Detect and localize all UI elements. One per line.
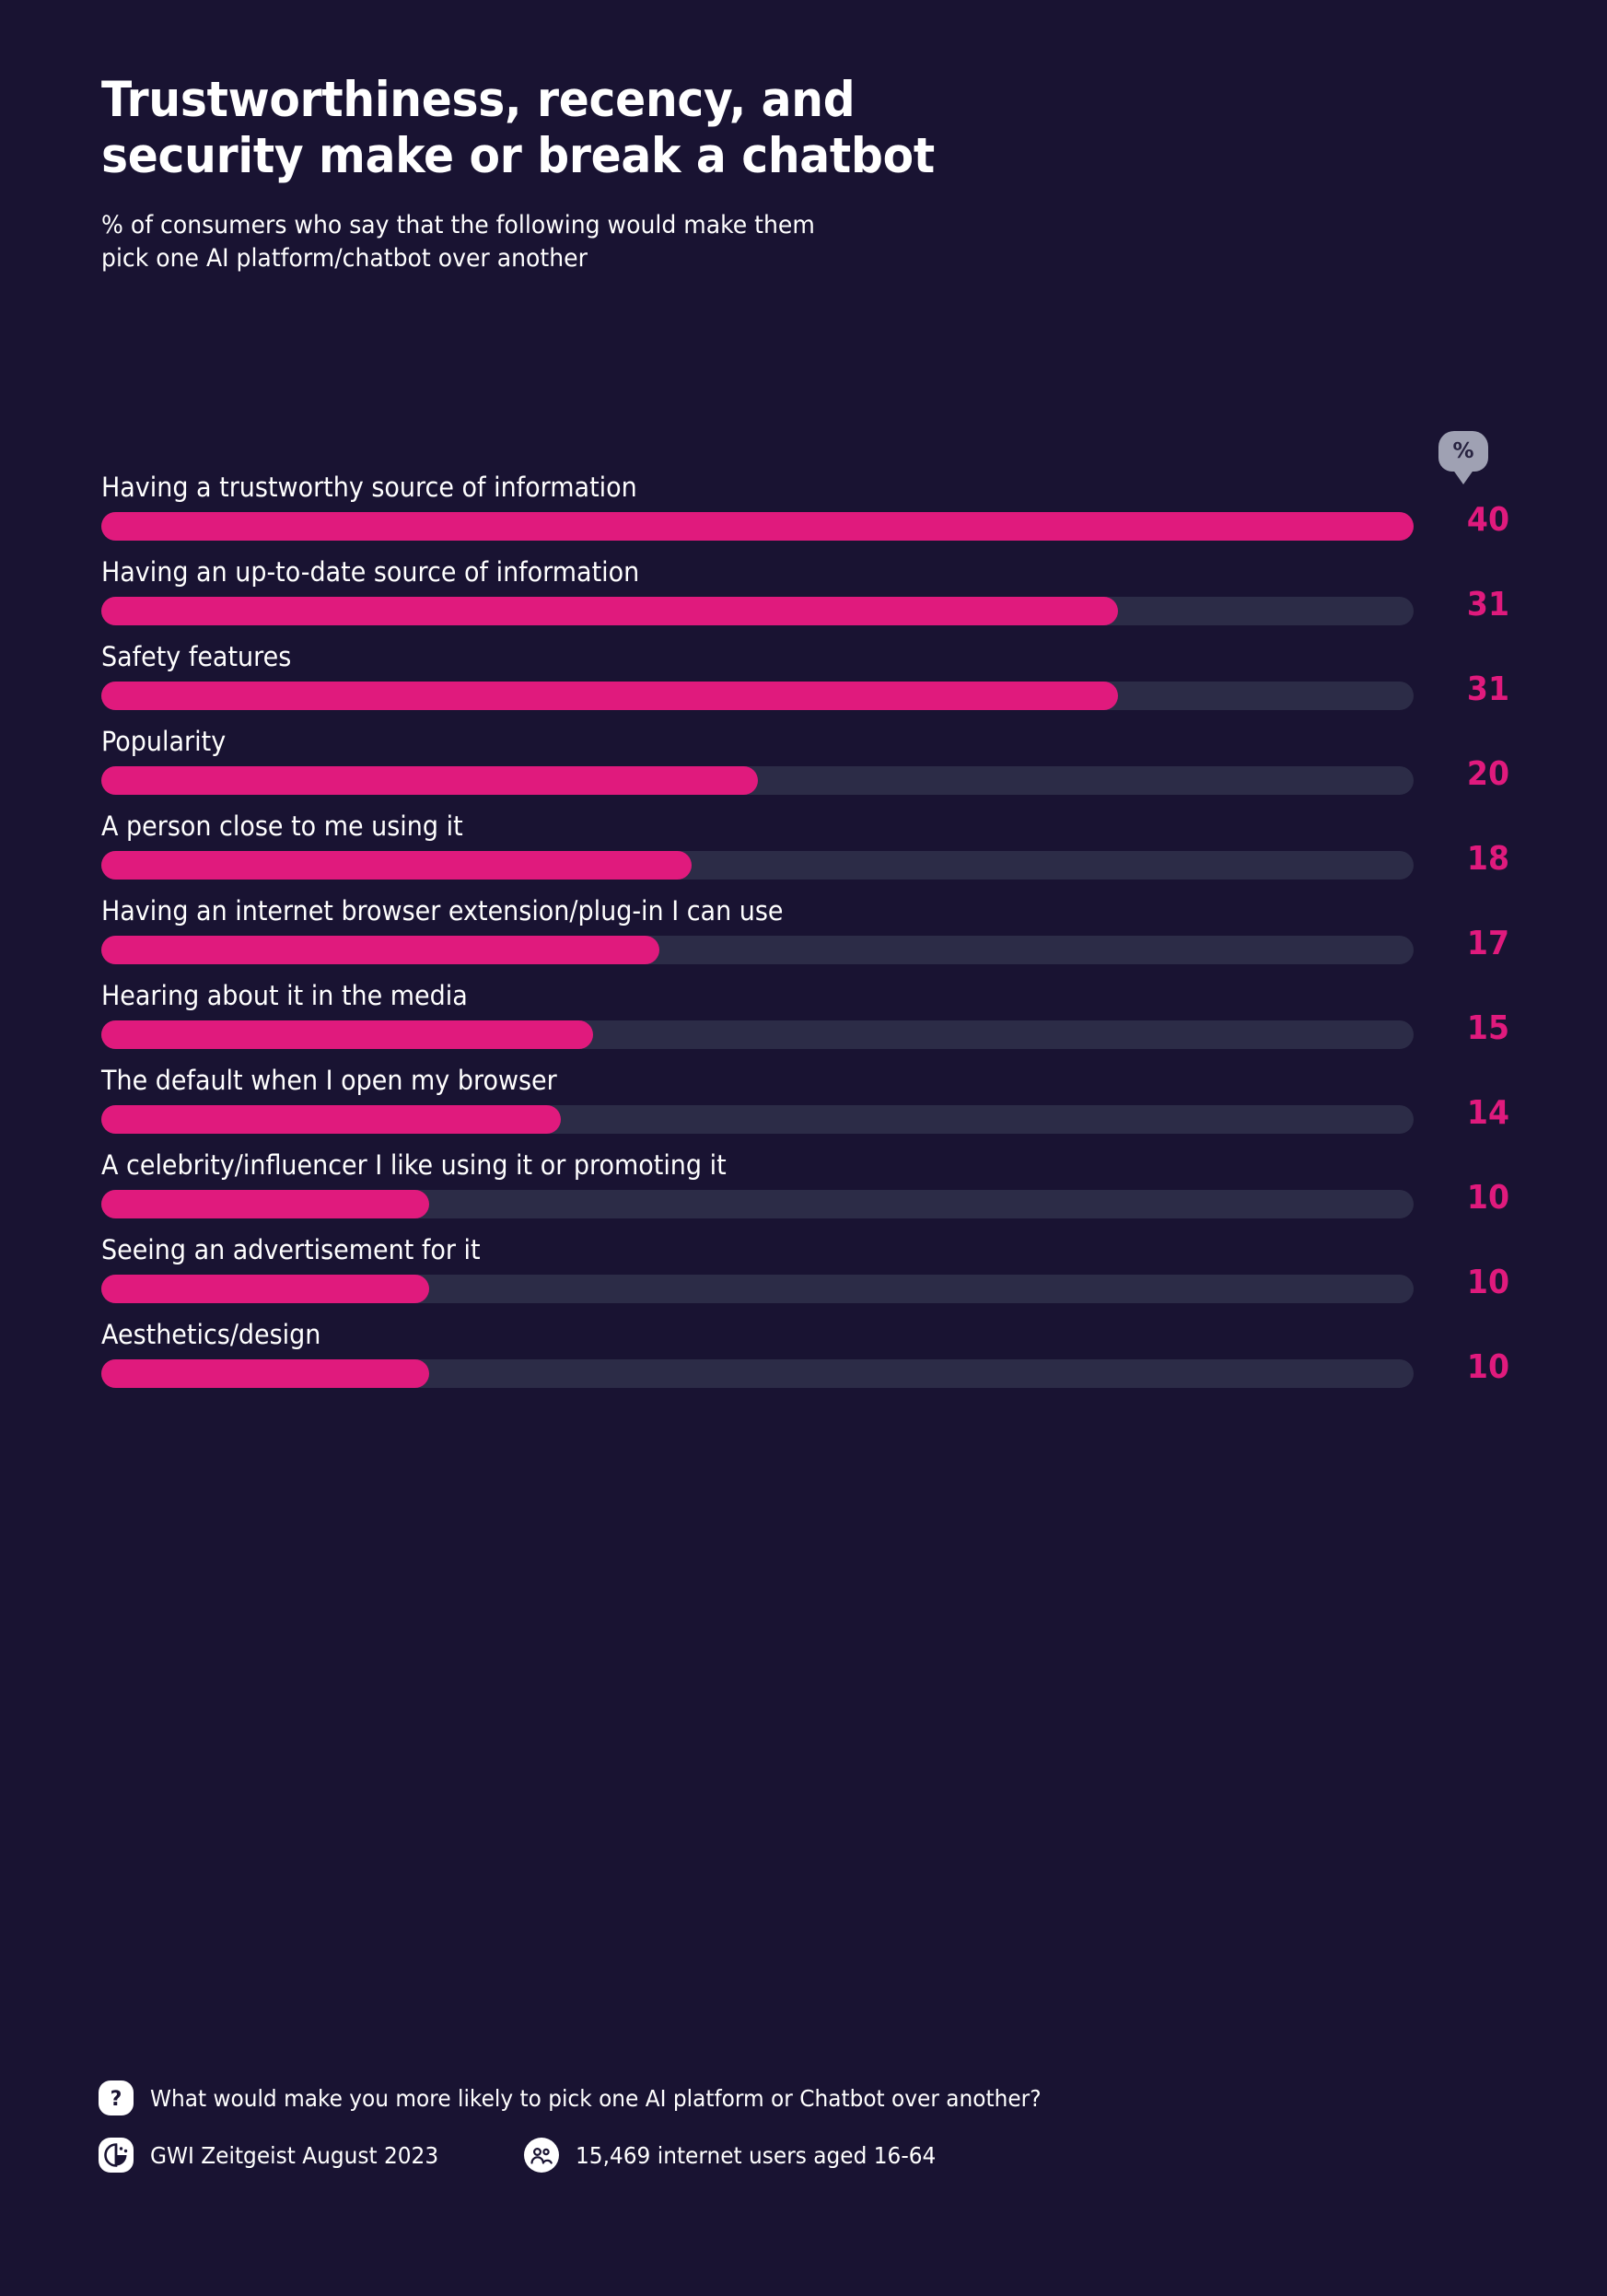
footer-audience-group: 15,469 internet users aged 16-64 <box>523 2137 963 2174</box>
question-mark-icon: ? <box>99 2080 134 2115</box>
bar-label: Aesthetics/design <box>101 1319 321 1350</box>
bar-value: 20 <box>1466 755 1509 793</box>
bar-track <box>101 597 1414 625</box>
bar-track <box>101 936 1414 964</box>
bar-row: Hearing about it in the media 15 <box>101 974 1509 1059</box>
bar-row: Popularity 20 <box>101 720 1509 805</box>
svg-text:?: ? <box>111 2088 122 2111</box>
bar-row: A person close to me using it 18 <box>101 805 1509 890</box>
bar-value: 40 <box>1466 501 1509 539</box>
bar-label: Having an internet browser extension/plu… <box>101 895 784 927</box>
bar-fill <box>101 851 693 880</box>
bar-row: Aesthetics/design 10 <box>101 1313 1509 1398</box>
people-icon <box>523 2138 559 2173</box>
bar-label: Popularity <box>101 726 227 757</box>
bar-fill <box>101 1020 594 1049</box>
bar-track <box>101 766 1414 795</box>
bar-label: Having an up-to-date source of informati… <box>101 556 640 588</box>
bar-track <box>101 1105 1414 1134</box>
footer-question-row: ? What would make you more likely to pic… <box>98 2074 1461 2122</box>
bar-fill <box>101 766 758 795</box>
bar-label: Hearing about it in the media <box>101 980 468 1011</box>
bar-fill <box>101 1359 430 1388</box>
bar-value: 14 <box>1466 1094 1509 1132</box>
bar-fill <box>101 597 1119 625</box>
bar-track <box>101 1020 1414 1049</box>
footer-source-group: GWI Zeitgeist August 2023 <box>98 2137 460 2174</box>
bar-label: The default when I open my browser <box>101 1065 557 1096</box>
bar-track <box>101 512 1414 541</box>
footer-source-row: GWI Zeitgeist August 2023 15,469 interne… <box>98 2131 1461 2179</box>
bar-label: A person close to me using it <box>101 810 463 842</box>
footer-question-text: What would make you more likely to pick … <box>150 2084 1042 2112</box>
bar-value: 10 <box>1466 1264 1509 1301</box>
bar-value: 31 <box>1466 586 1509 624</box>
bar-fill <box>101 682 1119 710</box>
bar-value: 10 <box>1466 1348 1509 1386</box>
bar-label: Seeing an advertisement for it <box>101 1234 481 1265</box>
bar-label: A celebrity/influencer I like using it o… <box>101 1149 727 1181</box>
bar-fill <box>101 512 1414 541</box>
bar-track <box>101 1359 1414 1388</box>
bar-track <box>101 682 1414 710</box>
bar-row: Having an up-to-date source of informati… <box>101 551 1509 635</box>
bar-row: A celebrity/influencer I like using it o… <box>101 1144 1509 1229</box>
bar-value: 15 <box>1466 1009 1509 1047</box>
percent-badge-label: % <box>1452 438 1474 463</box>
bar-row: Safety features 31 <box>101 635 1509 720</box>
bar-row: Having a trustworthy source of informati… <box>101 466 1509 551</box>
bar-track <box>101 851 1414 880</box>
footer-source-text: GWI Zeitgeist August 2023 <box>150 2141 439 2169</box>
page-title: Trustworthiness, recency, and security m… <box>101 72 935 185</box>
gwi-logo-icon <box>99 2138 134 2173</box>
bar-row: The default when I open my browser 14 <box>101 1059 1509 1144</box>
bar-track <box>101 1275 1414 1303</box>
bar-fill <box>101 1105 561 1134</box>
bar-value: 17 <box>1466 925 1509 962</box>
bar-row: Having an internet browser extension/plu… <box>101 890 1509 974</box>
page-subtitle: % of consumers who say that the followin… <box>101 210 815 273</box>
footer: ? What would make you more likely to pic… <box>98 2074 1461 2179</box>
bar-fill <box>101 1190 430 1218</box>
bar-label: Safety features <box>101 641 292 672</box>
footer-audience-text: 15,469 internet users aged 16-64 <box>575 2141 937 2169</box>
header: Trustworthiness, recency, and security m… <box>101 72 1409 275</box>
infographic-page: Trustworthiness, recency, and security m… <box>0 0 1607 2296</box>
bar-row: Seeing an advertisement for it 10 <box>101 1229 1509 1313</box>
bar-value: 31 <box>1466 670 1509 708</box>
bar-label: Having a trustworthy source of informati… <box>101 472 637 503</box>
bar-chart: Having a trustworthy source of informati… <box>101 466 1509 1398</box>
bar-track <box>101 1190 1414 1218</box>
bar-fill <box>101 1275 430 1303</box>
bar-fill <box>101 936 659 964</box>
bar-value: 10 <box>1466 1179 1509 1217</box>
bar-value: 18 <box>1466 840 1509 878</box>
